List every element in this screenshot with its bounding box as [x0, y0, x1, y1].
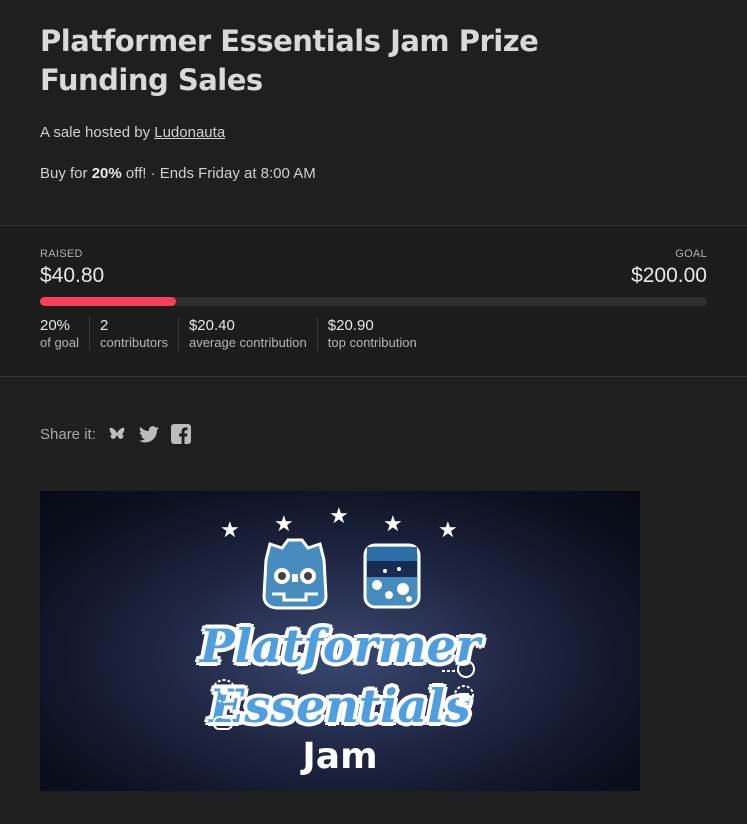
- facebook-icon[interactable]: [170, 423, 192, 445]
- metric-label: average contribution: [188, 335, 307, 350]
- star-icon: ★: [383, 511, 403, 536]
- star-icon: ★: [220, 517, 240, 542]
- metric-value: 2: [100, 317, 109, 334]
- offer-suffix: off! · Ends Friday at 8:00 AM: [121, 165, 316, 182]
- raised-value: $40.80: [40, 264, 105, 287]
- twitter-icon[interactable]: [138, 423, 160, 445]
- bluesky-icon[interactable]: [106, 423, 128, 445]
- godot-robot-icon: [262, 538, 328, 610]
- host-line: A sale hosted by Ludonauta: [40, 124, 707, 141]
- progress-bar: [40, 297, 707, 306]
- jar-icon: [363, 543, 421, 609]
- offer-line: Buy for 20% off! · Ends Friday at 8:00 A…: [40, 165, 707, 182]
- raised-block: RAISED $40.80: [40, 248, 104, 288]
- goal-label: GOAL: [675, 248, 707, 260]
- metrics-row: 20% of goal 2 contributors $20.40 averag…: [40, 317, 707, 351]
- badge-icons-left: [212, 679, 236, 730]
- metric-label: contributors: [100, 335, 168, 350]
- banner-line-3: Jam: [302, 736, 378, 777]
- star-icon: ★: [274, 511, 294, 536]
- page-title: Platformer Essentials Jam Prize Funding …: [40, 24, 539, 97]
- banner-line-2: Essentials: [209, 679, 471, 733]
- goal-block: GOAL $200.00: [631, 248, 707, 288]
- offer-prefix: Buy for: [40, 165, 92, 182]
- star-icon: ★: [438, 517, 458, 542]
- funding-stats: RAISED $40.80 GOAL $200.00 20% of goal 2…: [0, 226, 747, 377]
- offer-discount: 20%: [91, 165, 122, 182]
- metric-contributors: 2 contributors: [89, 317, 178, 351]
- metric-top: $20.90 top contribution: [316, 317, 427, 351]
- metric-average: $20.40 average contribution: [177, 317, 317, 351]
- badge-icons-right: [442, 660, 475, 705]
- raised-label: RAISED: [40, 248, 83, 260]
- sale-header: Platformer Essentials Jam Prize Funding …: [0, 0, 747, 226]
- goal-value: $200.00: [631, 264, 707, 287]
- jam-banner-image: ★ ★ ★ ★ ★ Platformer Essentials Jam: [40, 491, 640, 791]
- banner-line-1: Platformer: [200, 619, 480, 673]
- share-row: Share it:: [0, 377, 747, 445]
- progress-bar-fill: [40, 297, 177, 306]
- metric-percent: 20% of goal: [40, 317, 89, 351]
- star-icon: ★: [329, 503, 349, 528]
- share-label: Share it:: [40, 425, 96, 443]
- metric-value: $20.40: [188, 317, 235, 334]
- metric-value: 20%: [40, 317, 71, 334]
- metric-label: top contribution: [327, 335, 417, 350]
- metric-label: of goal: [40, 335, 80, 350]
- metric-value: $20.90: [327, 317, 374, 334]
- host-link[interactable]: Ludonauta: [154, 124, 225, 141]
- host-prefix: A sale hosted by: [40, 124, 155, 141]
